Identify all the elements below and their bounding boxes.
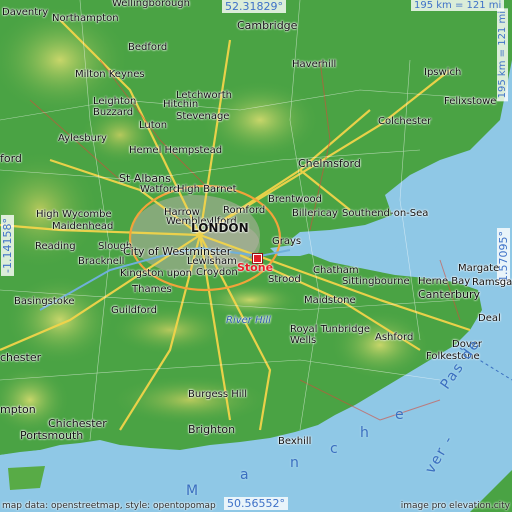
place-st-albans: St Albans — [119, 172, 171, 185]
place-romford: Romford — [223, 205, 266, 216]
place-margate: Margate — [458, 263, 500, 274]
place-ashford: Ashford — [375, 332, 414, 343]
place-hitchin: Hitchin — [163, 99, 199, 110]
place-chichester: Chichester — [48, 417, 107, 430]
place-ipswich: Ipswich — [424, 67, 462, 78]
scale-horizontal: 195 km = 121 mi — [411, 0, 505, 11]
place-northampton: Northampton — [52, 13, 119, 24]
place-haverhill: Haverhill — [292, 59, 337, 70]
place-bexhill: Bexhill — [278, 436, 312, 447]
place-chelmsford: Chelmsford — [298, 157, 361, 170]
place-basingstoke: Basingstoke — [14, 296, 75, 307]
place-aylesbury: Aylesbury — [58, 133, 107, 144]
map-view[interactable]: 52.31829° 50.56552° -1.14158° 1.57095° 1… — [0, 0, 512, 512]
place-canterbury: Canterbury — [418, 288, 480, 301]
place-high-barnet: High Barnet — [177, 184, 237, 195]
place-high-wycombe: High Wycombe — [36, 209, 112, 220]
place-wells: Wells — [290, 335, 317, 346]
place-guildford: Guildford — [111, 305, 157, 316]
place-deal: Deal — [478, 313, 501, 324]
map-credit: map data: openstreetmap, style: opentopo… — [2, 501, 216, 511]
sea-label-letter: e — [395, 407, 406, 423]
place-buzzard: Buzzard — [93, 107, 134, 118]
place-bracknell: Bracknell — [78, 256, 125, 267]
north-coordinate: 52.31829° — [222, 0, 286, 13]
place-leighton: Leighton — [93, 96, 137, 107]
image-credit: image pro elevation.city — [400, 501, 510, 511]
place-milton-keynes: Milton Keynes — [75, 69, 145, 80]
place-southampton: mpton — [0, 403, 36, 416]
place-croydon: Croydon — [196, 267, 238, 278]
place-watford: Watford — [140, 184, 180, 195]
place-lewisham: Lewisham — [187, 256, 237, 267]
place-bedford: Bedford — [128, 42, 168, 53]
sea-label-letter: n — [290, 455, 301, 471]
west-coordinate: -1.14158° — [1, 215, 14, 276]
place-luton: Luton — [139, 120, 168, 131]
place-cambridge: Cambridge — [237, 19, 298, 32]
place-sittingbourne: Sittingbourne — [342, 276, 410, 287]
place-kingston: Kingston upon — [120, 268, 192, 279]
place-brighton: Brighton — [188, 423, 236, 436]
place-london: LONDON — [191, 221, 249, 235]
scale-vertical: 195 km = 121 mi — [497, 8, 508, 102]
sea-label-letter: h — [360, 425, 371, 441]
place-maidstone: Maidstone — [304, 295, 356, 306]
place-burgess-hill: Burgess Hill — [188, 389, 248, 400]
place-southend: Southend-on-Sea — [342, 208, 429, 219]
place-daventry: Daventry — [2, 7, 49, 18]
place-billericay: Billericay — [292, 208, 338, 219]
sea-label-letter: a — [240, 467, 251, 483]
place-grays: Grays — [272, 236, 302, 247]
place-herne-bay: Herne Bay — [418, 276, 471, 287]
place-wellingborough: Wellingborough — [112, 0, 190, 9]
place-portsmouth: Portsmouth — [20, 429, 84, 442]
place-hemel-hempstead: Hemel Hempstead — [129, 145, 223, 156]
place-ramsgate: Ramsgate — [472, 277, 512, 288]
place-reading: Reading — [35, 241, 76, 252]
place-chatham: Chatham — [313, 265, 359, 276]
place-stevenage: Stevenage — [176, 111, 230, 122]
place-river-hill: River Hill — [226, 315, 271, 326]
place-oxford: ford — [0, 152, 22, 165]
target-label: Stone — [237, 261, 274, 274]
place-brentwood: Brentwood — [268, 194, 322, 205]
place-colchester: Colchester — [378, 116, 432, 127]
sea-label-letter: M — [186, 483, 201, 499]
place-royal-tunbridge: Royal Tunbridge — [290, 324, 370, 335]
place-maidenhead: Maidenhead — [52, 221, 114, 232]
place-felixstowe: Felixstowe — [444, 96, 497, 107]
sea-label-letter: c — [330, 441, 340, 457]
south-coordinate: 50.56552° — [224, 497, 288, 510]
place-thames: Thames — [132, 284, 172, 295]
place-winchester: chester — [0, 351, 42, 364]
place-strood: Strood — [268, 274, 301, 285]
